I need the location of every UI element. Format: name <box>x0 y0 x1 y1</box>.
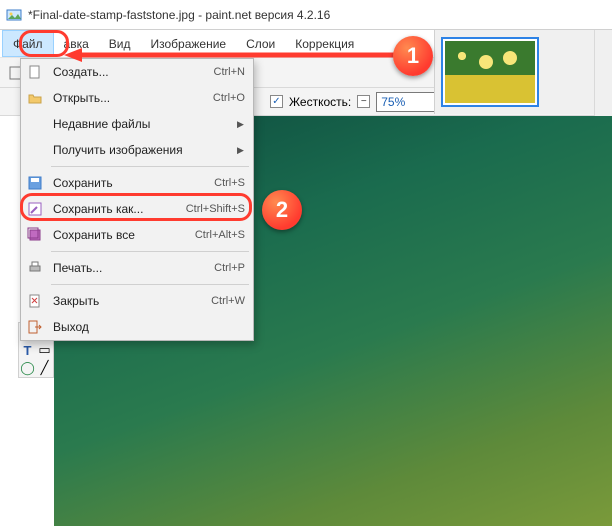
menu-acquire[interactable]: Получить изображения ▶ <box>21 137 253 163</box>
menu-file[interactable]: Файл <box>2 30 54 57</box>
blank-icon <box>25 140 45 160</box>
stiffness-label: Жесткость: <box>289 95 351 109</box>
menu-image[interactable]: Изображение <box>140 30 236 57</box>
text-tool-icon[interactable]: T <box>19 341 36 359</box>
thumbnail-active[interactable] <box>441 37 539 107</box>
annotation-badge-2: 2 <box>262 190 302 230</box>
thumbnail-image <box>445 41 535 103</box>
menu-print[interactable]: Печать... Ctrl+P <box>21 255 253 281</box>
menu-item-label: Сохранить все <box>53 228 187 242</box>
menu-recent[interactable]: Недавние файлы ▶ <box>21 111 253 137</box>
menu-item-shortcut: Ctrl+Shift+S <box>186 203 245 215</box>
menu-open[interactable]: Открыть... Ctrl+O <box>21 85 253 111</box>
stiffness-slider-minus[interactable]: − <box>357 95 370 108</box>
menu-layers[interactable]: Слои <box>236 30 285 57</box>
menu-view[interactable]: Вид <box>99 30 141 57</box>
menu-item-shortcut: Ctrl+Alt+S <box>195 229 245 241</box>
menu-item-label: Недавние файлы <box>53 117 229 131</box>
menu-item-shortcut: Ctrl+O <box>213 92 245 104</box>
menu-item-label: Сохранить как... <box>53 202 178 216</box>
close-file-icon <box>25 291 45 311</box>
titlebar: *Final-date-stamp-faststone.jpg - paint.… <box>0 0 612 30</box>
menu-item-shortcut: Ctrl+S <box>214 177 245 189</box>
menu-edit[interactable]: авка <box>54 30 99 57</box>
menu-item-label: Закрыть <box>53 294 203 308</box>
new-file-icon <box>25 62 45 82</box>
menu-adjustments[interactable]: Коррекция <box>285 30 364 57</box>
menu-item-label: Печать... <box>53 261 206 275</box>
blank-icon <box>25 114 45 134</box>
antialias-checkbox[interactable]: ✓ <box>270 95 283 108</box>
save-all-icon <box>25 225 45 245</box>
annotation-badge-1: 1 <box>393 36 433 76</box>
thumbnail-strip <box>434 30 594 114</box>
menu-item-label: Выход <box>53 320 245 334</box>
line-tool-icon[interactable]: ╱ <box>36 359 53 377</box>
save-as-icon <box>25 199 45 219</box>
menu-save-as[interactable]: Сохранить как... Ctrl+Shift+S <box>21 196 253 222</box>
submenu-arrow-icon: ▶ <box>237 119 245 130</box>
shapes2-tool-icon[interactable]: ◯ <box>19 359 36 377</box>
menu-close[interactable]: Закрыть Ctrl+W <box>21 288 253 314</box>
menu-item-label: Получить изображения <box>53 143 229 157</box>
menu-separator <box>51 251 249 252</box>
window-title: *Final-date-stamp-faststone.jpg - paint.… <box>28 8 330 22</box>
menu-item-label: Открыть... <box>53 91 205 105</box>
menu-exit[interactable]: Выход <box>21 314 253 340</box>
menu-create[interactable]: Создать... Ctrl+N <box>21 59 253 85</box>
printer-icon <box>25 258 45 278</box>
menu-item-shortcut: Ctrl+P <box>214 262 245 274</box>
menu-save[interactable]: Сохранить Ctrl+S <box>21 170 253 196</box>
file-menu-dropdown: Создать... Ctrl+N Открыть... Ctrl+O Неда… <box>20 58 254 341</box>
menu-item-label: Сохранить <box>53 176 206 190</box>
shapes-tool-icon[interactable]: ▭ <box>36 341 53 359</box>
menu-separator <box>51 166 249 167</box>
app-icon <box>6 7 22 23</box>
save-icon <box>25 173 45 193</box>
submenu-arrow-icon: ▶ <box>237 145 245 156</box>
stiffness-value: 75% <box>381 95 405 109</box>
menu-save-all[interactable]: Сохранить все Ctrl+Alt+S <box>21 222 253 248</box>
menu-item-shortcut: Ctrl+N <box>214 66 245 78</box>
exit-icon <box>25 317 45 337</box>
menu-item-label: Создать... <box>53 65 206 79</box>
menu-item-shortcut: Ctrl+W <box>211 295 245 307</box>
menu-separator <box>51 284 249 285</box>
folder-open-icon <box>25 88 45 108</box>
